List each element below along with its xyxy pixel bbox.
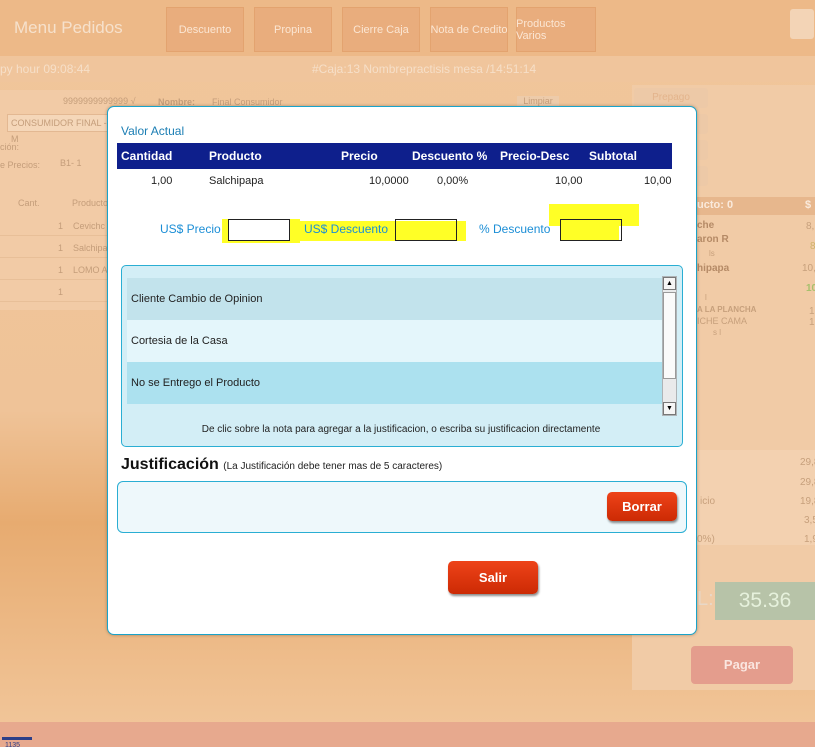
register-status: #Caja:13 Nombrepractisis mesa /14:51:14	[312, 62, 537, 76]
price-list-label: e Precios:	[0, 160, 41, 170]
cell-precio-desc: 10,00	[555, 175, 583, 187]
item-name: A LA PLANCHA	[697, 305, 757, 314]
summary-label: icio	[700, 496, 716, 507]
pay-button[interactable]: Pagar	[691, 646, 793, 684]
total-label: L:	[697, 588, 714, 610]
user-icon[interactable]	[790, 9, 814, 39]
salir-button[interactable]: Salir	[448, 561, 538, 594]
prepaid-button[interactable]: Prepago	[634, 88, 708, 108]
bottom-strip	[0, 722, 815, 747]
cell-producto: Salchipapa	[209, 175, 264, 187]
order-header-product: Producto	[72, 198, 109, 208]
cell-descuento: 0,00%	[437, 175, 469, 187]
misc-products-button[interactable]: Productos Varios	[516, 7, 596, 52]
credit-note-button[interactable]: Nota de Credito	[430, 7, 508, 52]
scroll-thumb[interactable]	[663, 292, 676, 379]
summary-value: 29,8	[800, 457, 815, 468]
modal-title: Valor Actual	[121, 124, 185, 138]
item-note: l	[705, 293, 707, 302]
col-cantidad: Cantidad	[121, 149, 173, 163]
cell-subtotal: 10,00	[644, 175, 672, 187]
left-label-1: ción:	[0, 142, 20, 152]
justificacion-note: (La Justificación debe tener mas de 5 ca…	[223, 461, 443, 472]
col-producto: Producto	[209, 149, 262, 163]
item-extra: 10	[806, 283, 815, 294]
col-precio-desc: Precio-Desc	[500, 149, 570, 163]
item-note: ls	[709, 249, 715, 258]
total-value: 35.36	[715, 582, 815, 620]
order-row[interactable]: 1 Salchipa	[0, 237, 110, 258]
justificacion-title: Justificación (La Justificación debe ten…	[121, 456, 442, 474]
order-row[interactable]: 1	[0, 281, 110, 302]
items-header: ucto: 0 $	[695, 197, 815, 215]
item-sub: aron R	[697, 234, 729, 245]
note-item-no-entrego[interactable]: No se Entrego el Producto	[127, 362, 662, 404]
table-header: Cantidad Producto Precio Descuento % Pre…	[117, 143, 672, 169]
item-price: 8,	[806, 221, 815, 232]
note-item-cliente-cambio[interactable]: Cliente Cambio de Opinion	[127, 278, 662, 320]
col-descuento: Descuento %	[412, 149, 488, 163]
justificacion-input[interactable]	[122, 485, 596, 529]
summary-value: 1,9	[804, 534, 815, 545]
table-row[interactable]: 1,00 Salchipapa 10,0000 0,00% 10,00 10,0…	[117, 169, 672, 193]
col-subtotal: Subtotal	[589, 149, 637, 163]
summary-label: 0%)	[697, 534, 715, 545]
client-combo[interactable]: CONSUMIDOR FINAL - M	[7, 114, 112, 144]
close-register-button[interactable]: Cierre Caja	[342, 7, 420, 52]
order-row[interactable]: 1 LOMO A	[0, 259, 110, 280]
summary-value: 19,8	[800, 496, 815, 507]
scroll-down-icon[interactable]: ▼	[663, 402, 676, 415]
justificacion-label: Justificación	[121, 456, 219, 473]
happy-hour-status: py hour 09:08:44	[0, 62, 91, 76]
precio-label: US$ Precio	[160, 222, 221, 236]
svg-text:1135: 1135	[5, 742, 20, 747]
tip-button[interactable]: Propina	[254, 7, 332, 52]
order-row[interactable]: 1 Cevichc	[0, 215, 110, 236]
item-price: 1	[809, 306, 815, 317]
scroll-up-icon[interactable]: ▲	[663, 277, 676, 290]
footer-logo-icon: 1135	[2, 737, 32, 747]
notes-hint: De clic sobre la nota para agregar a la …	[201, 424, 601, 435]
item-sub: ICHE CAMA	[697, 316, 748, 326]
precio-input[interactable]	[228, 219, 290, 241]
item-price: 10,	[802, 263, 815, 274]
summary-value: 29,8	[800, 477, 815, 488]
col-precio: Precio	[341, 149, 378, 163]
item-note: s l	[713, 328, 721, 337]
note-item-cortesia[interactable]: Cortesia de la Casa	[127, 320, 662, 362]
discount-button[interactable]: Descuento	[166, 7, 244, 52]
client-id: 9999999999999 √	[63, 96, 136, 106]
borrar-button[interactable]: Borrar	[607, 492, 677, 521]
summary-value: 3,5	[804, 515, 815, 526]
cell-precio: 10,0000	[369, 175, 409, 187]
descuento-input[interactable]	[395, 219, 457, 241]
order-header-qty: Cant.	[18, 198, 40, 208]
item-extra: 1	[809, 317, 815, 328]
item-name: che	[697, 220, 715, 231]
menu-title: Menu Pedidos	[14, 18, 123, 37]
b1-label: B1- 1	[60, 158, 82, 168]
item-extra: 8	[810, 241, 815, 252]
cell-cantidad: 1,00	[151, 175, 173, 187]
porcentaje-input[interactable]	[560, 219, 622, 241]
porcentaje-label: % Descuento	[479, 222, 551, 236]
descuento-label: US$ Descuento	[304, 222, 389, 236]
item-name: hipapa	[697, 263, 730, 274]
